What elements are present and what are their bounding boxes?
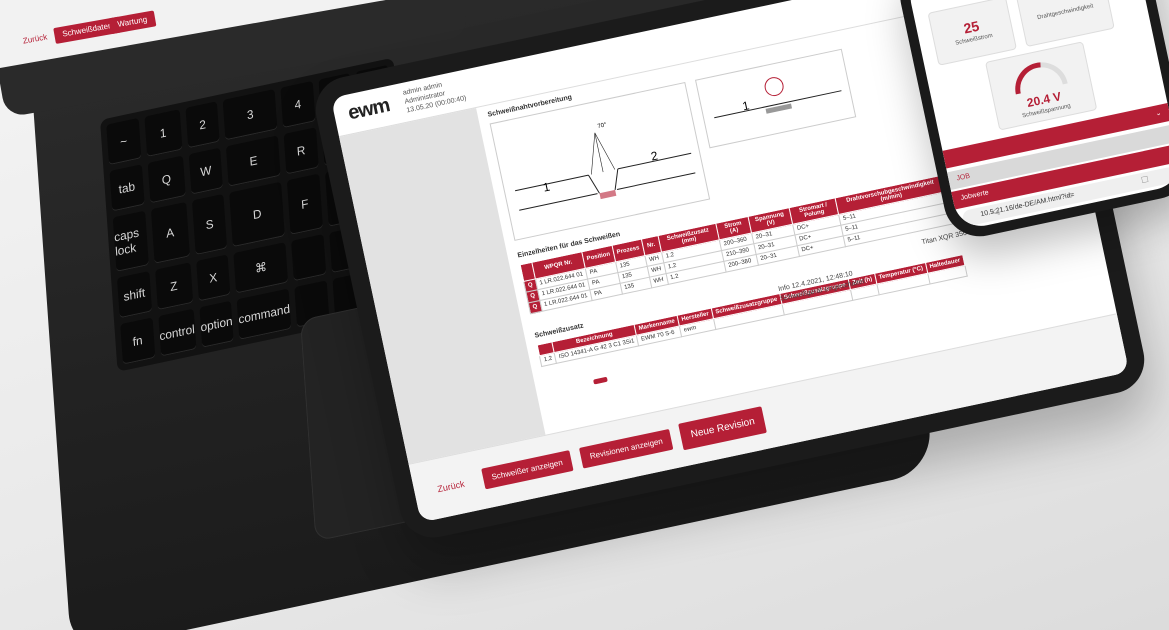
keyboard-key[interactable]: 1 [144, 109, 183, 158]
keyboard-key[interactable]: Q [147, 155, 186, 204]
wire-speed-label: Drahtgeschwindigkeit [1036, 3, 1094, 22]
back-nav-icon[interactable]: ◁ [990, 206, 1000, 218]
keyboard-key[interactable]: control [158, 308, 197, 357]
keyboard-key[interactable]: Z [154, 262, 193, 311]
keyboard-key[interactable]: R [283, 127, 319, 175]
keyboard-key[interactable]: W [188, 147, 224, 195]
table-cell: WH [649, 273, 669, 288]
current-label: Schweißstrom [954, 32, 994, 47]
voltage-gauge: 20.4 V Schweißspannung [984, 41, 1098, 131]
keyboard-key[interactable]: S [191, 193, 228, 256]
keyboard-key[interactable]: 2 [185, 101, 221, 149]
scroll-handle[interactable] [593, 376, 608, 385]
back-button[interactable]: Zurück [426, 471, 475, 502]
keyboard-key[interactable]: F [286, 173, 323, 235]
keyboard-key[interactable]: option [199, 300, 234, 348]
show-welder-button[interactable]: Schweißer anzeigen [480, 450, 574, 490]
keyboard-key[interactable] [291, 234, 326, 282]
keyboard-key[interactable]: X [195, 254, 231, 302]
keyboard-key[interactable]: command [237, 288, 292, 340]
weld-drawing-symbol: 1 [694, 48, 857, 149]
keyboard-key[interactable]: shift [116, 271, 152, 319]
keyboard-key[interactable]: ⌘ [233, 242, 289, 294]
keyboard-key[interactable]: A [150, 201, 190, 264]
laptop-maintenance-button[interactable]: Wartung [108, 10, 157, 35]
phone-screen: 25 Schweißstrom Drahtgeschwindigkeit 20.… [905, 0, 1169, 232]
recent-apps-icon[interactable]: □ [1141, 174, 1149, 186]
show-revisions-button[interactable]: Revisionen anzeigen [578, 428, 674, 469]
info-label: Info [777, 283, 791, 294]
keyboard-key[interactable]: E [226, 135, 281, 187]
current-gauge: 25 Schweißstrom [927, 0, 1017, 66]
keyboard-key[interactable]: tab [109, 164, 145, 212]
voltage-dial [1015, 62, 1068, 95]
laptop-chart [0, 0, 202, 2]
current-value: 25 [962, 17, 981, 37]
home-nav-icon[interactable]: ○ [1066, 190, 1074, 202]
keyboard-key[interactable]: ~ [106, 118, 142, 166]
user-info: admin admin Administrator 13.05.20 (00:0… [402, 76, 467, 115]
chevron-down-icon: ⌄ [1154, 109, 1163, 118]
weld-symbol-diagram [714, 77, 842, 119]
keyboard-key[interactable]: fn [120, 317, 155, 365]
keyboard-key[interactable]: 3 [223, 89, 278, 141]
laptop-back-button[interactable]: Zurück [14, 28, 57, 51]
wire-speed-gauge: Drahtgeschwindigkeit [1015, 0, 1115, 48]
keyboard-key[interactable]: D [229, 181, 285, 248]
new-revision-button[interactable]: Neue Revision [678, 406, 768, 451]
keyboard-key[interactable]: 4 [280, 80, 316, 129]
ewm-logo: ewm [346, 94, 392, 125]
keyboard-key[interactable]: caps lock [112, 210, 149, 272]
